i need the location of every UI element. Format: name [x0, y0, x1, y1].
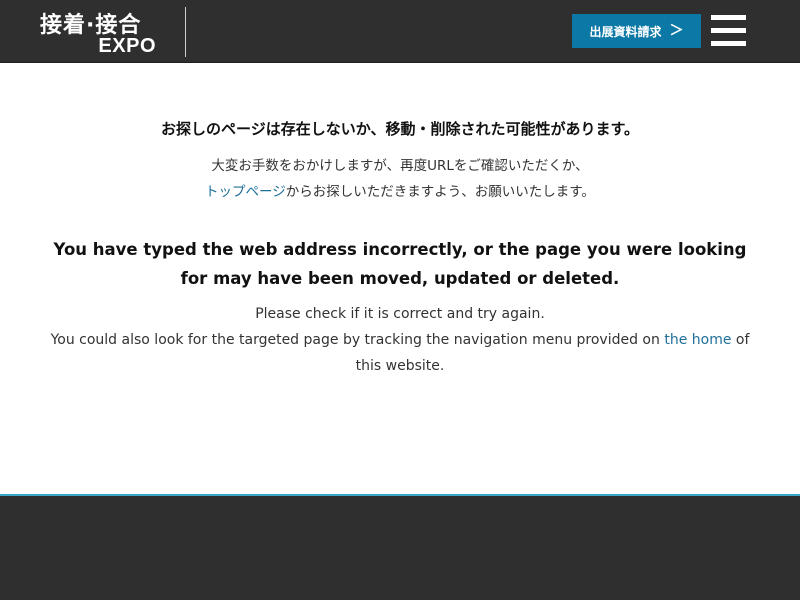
menu-bar-bottom — [711, 41, 746, 46]
jp-message-line1: 大変お手数をおかけしますが、再度URLをご確認いただくか、 — [211, 158, 589, 174]
header-divider — [185, 7, 186, 57]
error-heading-japanese: お探しのページは存在しないか、移動・削除された可能性があります。 — [161, 120, 639, 138]
error-message-english: Please check if it is correct and try ag… — [40, 301, 760, 379]
hamburger-menu-icon[interactable] — [711, 15, 746, 47]
menu-bar-middle — [711, 28, 746, 33]
error-heading-english: You have typed the web address incorrect… — [53, 240, 747, 288]
site-footer — [0, 494, 800, 600]
request-materials-button[interactable]: 出展資料請求 ＞ — [572, 14, 701, 48]
error-message-japanese: 大変お手数をおかけしますが、再度URLをご確認いただくか、 トップページからお探… — [0, 153, 800, 205]
error-content: お探しのページは存在しないか、移動・削除された可能性があります。 大変お手数をお… — [0, 63, 800, 494]
top-page-link[interactable]: トップページ — [205, 184, 286, 200]
jp-message-line2: からお探しいただきますよう、お願いいたします。 — [285, 184, 595, 200]
site-logo[interactable]: 接着·接合 EXPO — [40, 7, 158, 57]
en-message-line2-start: You could also look for the targeted pag… — [50, 332, 665, 348]
logo-text-expo: EXPO — [98, 35, 156, 57]
home-link[interactable]: the home — [664, 332, 731, 348]
chevron-right-icon: ＞ — [669, 23, 684, 39]
request-materials-label: 出展資料請求 — [589, 24, 662, 39]
en-message-line1: Please check if it is correct and try ag… — [255, 306, 545, 322]
site-header: 接着·接合 EXPO 出展資料請求 ＞ — [0, 0, 800, 63]
menu-bar-top — [711, 15, 746, 20]
